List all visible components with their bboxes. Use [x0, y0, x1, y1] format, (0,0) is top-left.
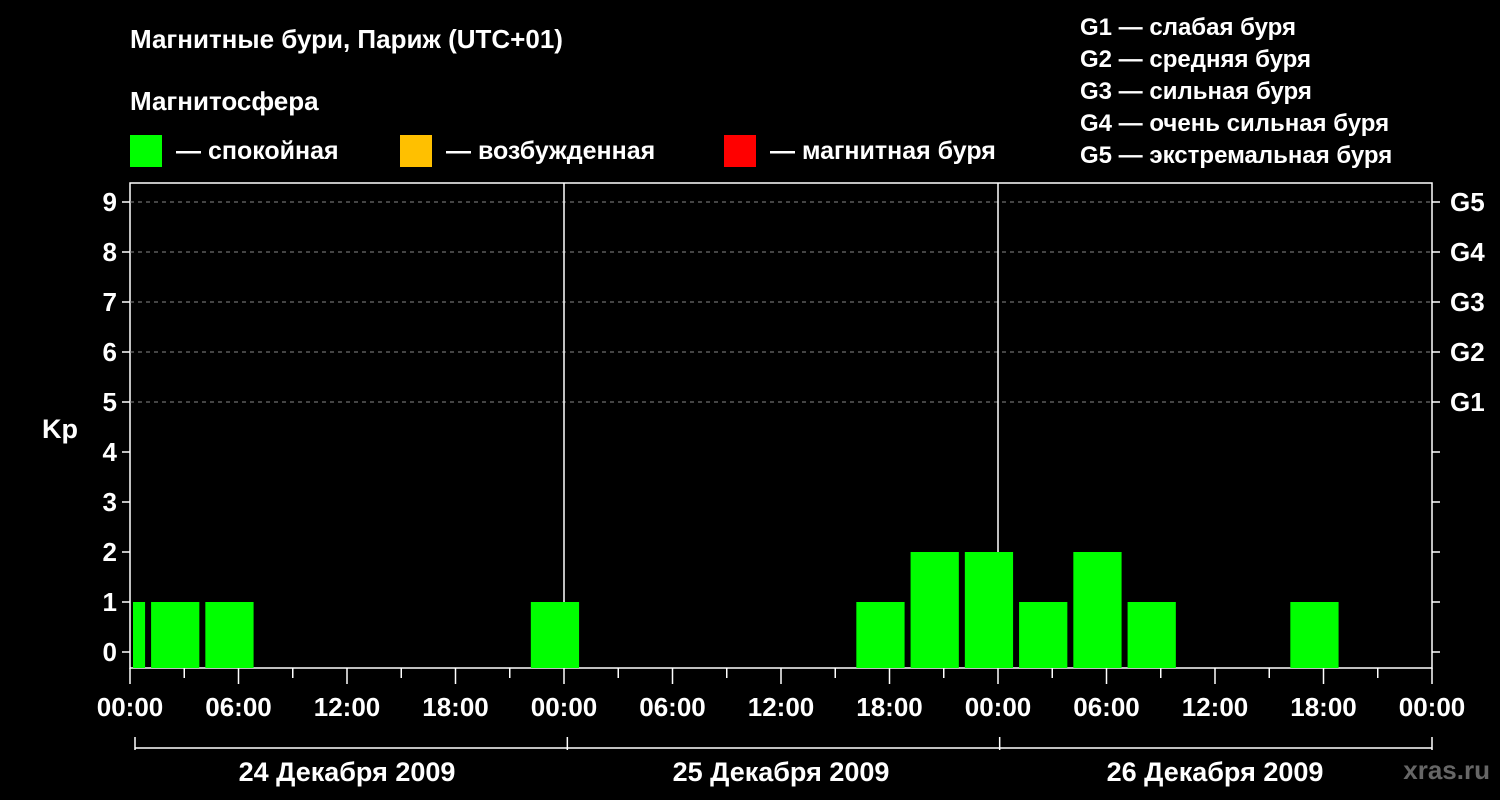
x-tick-label: 12:00: [314, 692, 381, 722]
y-tick-label: 4: [103, 437, 118, 467]
right-axis-label-g3: G3: [1450, 287, 1485, 317]
kp-bar-0: [133, 602, 146, 668]
x-tick-label: 06:00: [639, 692, 706, 722]
x-tick-label: 00:00: [531, 692, 598, 722]
x-tick-label: 06:00: [205, 692, 272, 722]
y-tick-label: 0: [103, 637, 117, 667]
y-tick-label: 8: [103, 237, 117, 267]
kp-bar-7: [1019, 602, 1068, 668]
kp-bar-5: [910, 552, 959, 668]
y-tick-label: 2: [103, 537, 117, 567]
y-tick-label: 1: [103, 587, 117, 617]
y-tick-label: 5: [103, 387, 117, 417]
kp-bar-2: [205, 602, 254, 668]
x-tick-label: 18:00: [856, 692, 923, 722]
right-axis-label-g2: G2: [1450, 337, 1485, 367]
kp-bar-6: [964, 552, 1014, 668]
right-axis-label-g5: G5: [1450, 187, 1485, 217]
y-axis-label: Kp: [42, 414, 78, 444]
right-axis-label-g4: G4: [1450, 237, 1485, 267]
kp-chart: 0 1 2 3 4 5 6 7 8 9 G1 G2 G3 G4 G5 Kp 00:00 06:00 12:00 18:…: [42, 182, 1485, 787]
y-tick-label: 9: [103, 187, 117, 217]
x-tick-label: 00:00: [97, 692, 164, 722]
kp-bar-8: [1073, 552, 1122, 668]
day-label: 24 Декабря 2009: [239, 757, 456, 787]
kp-bar-1: [151, 602, 200, 668]
day-label: 25 Декабря 2009: [673, 757, 890, 787]
watermark: xras.ru: [1403, 755, 1490, 785]
x-tick-label: 00:00: [965, 692, 1032, 722]
kp-bar-3: [530, 602, 580, 668]
y-tick-label: 6: [103, 337, 117, 367]
x-tick-label: 00:00: [1399, 692, 1466, 722]
x-tick-label: 12:00: [748, 692, 815, 722]
x-tick-label: 06:00: [1073, 692, 1140, 722]
x-tick-label: 18:00: [422, 692, 489, 722]
day-label: 26 Декабря 2009: [1107, 757, 1324, 787]
x-tick-label: 18:00: [1290, 692, 1357, 722]
kp-bar-4: [856, 602, 905, 668]
kp-bar-9: [1127, 602, 1176, 668]
right-axis-label-g1: G1: [1450, 387, 1485, 417]
x-tick-label: 12:00: [1182, 692, 1249, 722]
plot-frame: [129, 182, 1433, 669]
y-tick-label: 7: [103, 287, 117, 317]
kp-bar-10: [1290, 602, 1339, 668]
y-tick-label: 3: [103, 487, 117, 517]
